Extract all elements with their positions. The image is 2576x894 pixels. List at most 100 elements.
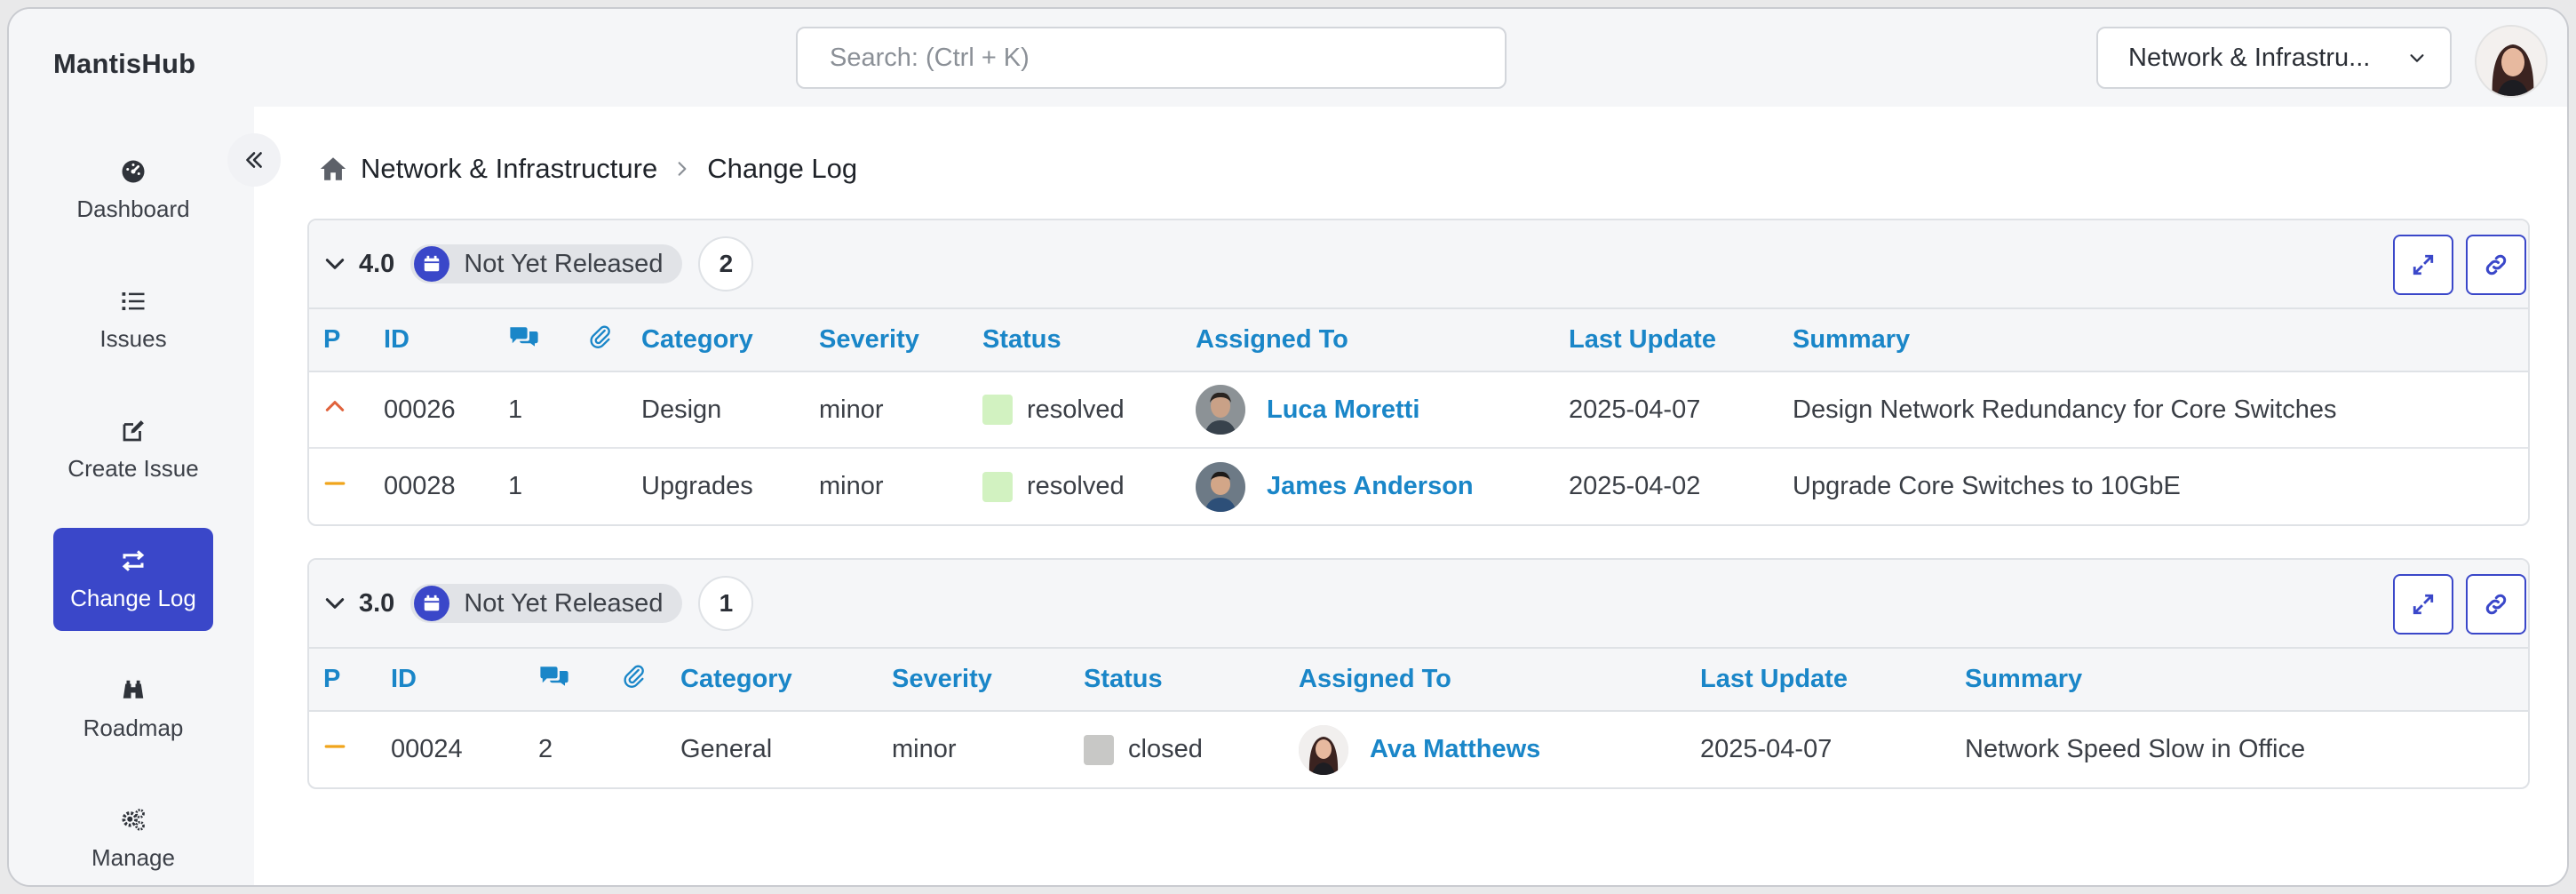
project-selector[interactable]: Network & Infrastru... xyxy=(2096,27,2452,89)
dashboard-icon xyxy=(122,160,145,182)
sidebar-item-label: Roadmap xyxy=(83,714,184,741)
user-avatar[interactable] xyxy=(2475,25,2548,98)
attachments-cell xyxy=(622,711,680,787)
expand-button[interactable] xyxy=(2393,235,2453,295)
table-row[interactable]: 00028 1 Upgrades minor resolved James An… xyxy=(309,448,2528,524)
release-status-text: Not Yet Released xyxy=(464,588,664,618)
paperclip-icon xyxy=(624,665,644,688)
sidebar-item-issues[interactable]: Issues xyxy=(53,268,213,371)
chevron-down-icon[interactable] xyxy=(323,592,346,615)
status-color-swatch xyxy=(982,395,1013,426)
last-update-cell: 2025-04-07 xyxy=(1700,735,1833,763)
release-status-text: Not Yet Released xyxy=(464,249,664,278)
link-button[interactable] xyxy=(2466,235,2526,295)
column-header-assigned-to[interactable]: Assigned To xyxy=(1299,649,1700,712)
avatar xyxy=(1196,461,1245,512)
brand-logo[interactable]: MantisHub xyxy=(53,48,195,80)
summary-cell[interactable]: Design Network Redundancy for Core Switc… xyxy=(1793,371,2528,449)
table-row[interactable]: 00026 1 Design minor resolved Luca Moret… xyxy=(309,371,2528,449)
sidebar-item-label: Change Log xyxy=(70,584,196,611)
column-header-status[interactable]: Status xyxy=(1084,649,1299,712)
status-cell: closed xyxy=(1084,711,1299,787)
release-status-badge: Not Yet Released xyxy=(410,244,683,283)
sidebar-item-label: Manage xyxy=(91,843,175,871)
column-header-severity[interactable]: Severity xyxy=(819,309,982,372)
last-update-cell: 2025-04-02 xyxy=(1569,472,1701,500)
issue-id[interactable]: 00026 xyxy=(384,371,508,449)
sidebar-item-dashboard[interactable]: Dashboard xyxy=(53,139,213,242)
chevron-down-icon xyxy=(2410,54,2424,62)
version-header: 4.0 Not Yet Released 2 xyxy=(309,220,2528,309)
category-cell: General xyxy=(680,735,773,763)
status-cell: resolved xyxy=(982,371,1196,449)
assignee-link[interactable]: James Anderson xyxy=(1267,472,1474,501)
column-header-assigned-to[interactable]: Assigned To xyxy=(1196,309,1569,372)
notes-count: 2 xyxy=(538,735,553,763)
column-header-id[interactable]: ID xyxy=(384,309,508,372)
column-header-priority[interactable]: P xyxy=(309,309,384,372)
column-header-category[interactable]: Category xyxy=(641,309,819,372)
version-panel-3-0: 3.0 Not Yet Released 1 P ID Category Sev… xyxy=(307,558,2530,789)
assignee-cell: Ava Matthews xyxy=(1299,711,1700,787)
summary-cell[interactable]: Upgrade Core Switches to 10GbE xyxy=(1793,448,2528,524)
edit-icon xyxy=(123,419,144,441)
column-header-category[interactable]: Category xyxy=(680,649,892,712)
priority-cell xyxy=(309,448,384,524)
issue-id[interactable]: 00028 xyxy=(384,448,508,524)
sidebar-item-roadmap[interactable]: Roadmap xyxy=(53,658,213,761)
list-icon xyxy=(122,291,145,310)
column-header-priority[interactable]: P xyxy=(309,649,391,712)
column-header-summary[interactable]: Summary xyxy=(1965,649,2528,712)
column-header-notes[interactable] xyxy=(538,649,622,712)
sidebar-item-create-issue[interactable]: Create Issue xyxy=(53,398,213,501)
category-cell: Upgrades xyxy=(641,472,753,500)
version-number: 4.0 xyxy=(359,249,395,278)
priority-cell xyxy=(309,371,384,449)
column-header-id[interactable]: ID xyxy=(391,649,538,712)
chevron-down-icon[interactable] xyxy=(323,252,346,275)
summary-cell[interactable]: Network Speed Slow in Office xyxy=(1965,711,2528,787)
calendar-icon xyxy=(414,246,450,282)
gears-icon xyxy=(122,808,145,831)
sidebar-collapse-button[interactable] xyxy=(227,133,281,187)
severity-cell: minor xyxy=(819,472,884,500)
issue-count-badge: 1 xyxy=(698,576,754,631)
assignee-link[interactable]: Ava Matthews xyxy=(1370,735,1540,764)
column-header-notes[interactable] xyxy=(508,309,588,372)
breadcrumb-project[interactable]: Network & Infrastructure xyxy=(361,153,657,185)
column-header-severity[interactable]: Severity xyxy=(892,649,1084,712)
issue-id[interactable]: 00024 xyxy=(391,711,538,787)
assignee-cell: James Anderson xyxy=(1196,448,1569,524)
column-header-attachments[interactable] xyxy=(622,649,680,712)
column-header-last-update[interactable]: Last Update xyxy=(1700,649,1965,712)
status-text: resolved xyxy=(1027,472,1125,501)
column-header-status[interactable]: Status xyxy=(982,309,1196,372)
user-avatar-image xyxy=(2477,27,2546,96)
breadcrumb: Network & Infrastructure Change Log xyxy=(318,151,857,187)
assignee-link[interactable]: Luca Moretti xyxy=(1267,395,1419,425)
project-selector-value: Network & Infrastru... xyxy=(2128,43,2371,72)
attachments-cell xyxy=(588,371,641,449)
chevron-right-icon xyxy=(678,162,687,176)
sidebar-item-label: Issues xyxy=(99,324,167,352)
sidebar-item-change-log[interactable]: Change Log xyxy=(53,528,213,631)
home-icon[interactable] xyxy=(318,154,348,184)
link-button[interactable] xyxy=(2466,574,2526,635)
issues-table: P ID Category Severity Status Assigned T… xyxy=(309,309,2528,524)
last-update-cell: 2025-04-07 xyxy=(1569,371,1793,449)
avatar xyxy=(1299,724,1348,775)
expand-button[interactable] xyxy=(2393,574,2453,635)
column-header-attachments[interactable] xyxy=(588,309,641,372)
column-header-summary[interactable]: Summary xyxy=(1793,309,2528,372)
priority-high-icon xyxy=(325,401,345,411)
sidebar-item-label: Dashboard xyxy=(76,195,190,222)
breadcrumb-current: Change Log xyxy=(707,153,858,184)
column-header-last-update[interactable]: Last Update xyxy=(1569,309,1793,372)
expand-icon xyxy=(2413,594,2434,615)
search-input[interactable] xyxy=(796,27,1507,89)
notes-count: 1 xyxy=(508,472,523,500)
sidebar-item-manage[interactable]: Manage xyxy=(53,787,213,885)
top-header: MantisHub Network & Infrastru... xyxy=(9,9,2567,107)
table-row[interactable]: 00024 2 General minor closed Ava Matthew… xyxy=(309,711,2528,787)
version-panel-4-0: 4.0 Not Yet Released 2 P ID Category Sev… xyxy=(307,219,2530,526)
